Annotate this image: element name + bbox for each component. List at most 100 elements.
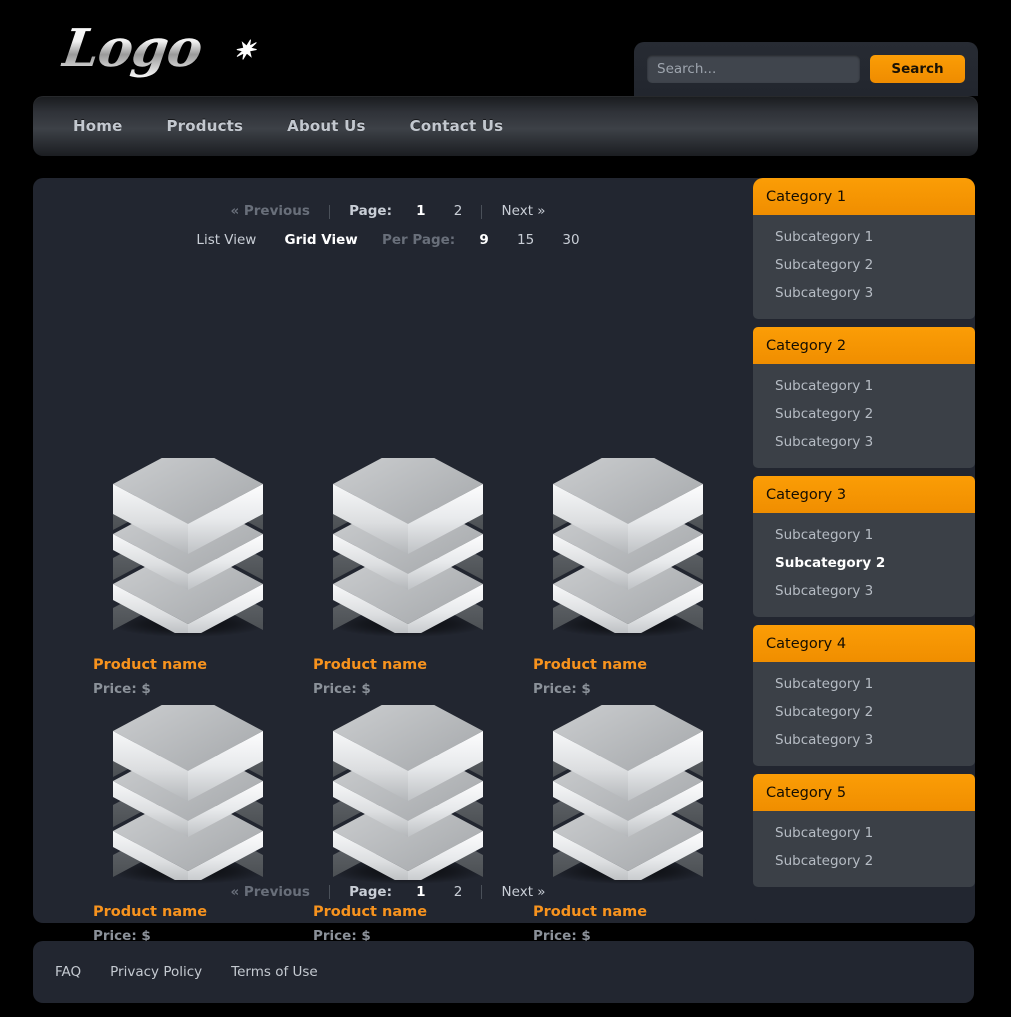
- product-name[interactable]: Product name: [313, 904, 533, 920]
- product-image[interactable]: [313, 458, 503, 643]
- toolbar-bottom: « Previous Page: 1 2 Next »: [33, 881, 743, 900]
- stacked-boxes-icon: [113, 458, 263, 633]
- nav-item-products[interactable]: Products: [166, 117, 243, 135]
- product-card[interactable]: Product name Price: $: [93, 458, 313, 697]
- category-header-2[interactable]: Category 2: [753, 327, 975, 364]
- page-label-top: Page:: [349, 202, 392, 219]
- page-number-2-top[interactable]: 2: [454, 204, 463, 219]
- product-image[interactable]: [93, 705, 283, 890]
- site-logo[interactable]: Logo ✷: [58, 18, 256, 79]
- stacked-boxes-icon: [113, 705, 263, 880]
- product-image[interactable]: [313, 705, 503, 890]
- category-body-1: Subcategory 1 Subcategory 2 Subcategory …: [753, 215, 975, 319]
- site-footer: FAQ Privacy Policy Terms of Use: [33, 941, 974, 1003]
- subcategory-item[interactable]: Subcategory 2: [753, 251, 975, 279]
- category-body-4: Subcategory 1 Subcategory 2 Subcategory …: [753, 662, 975, 766]
- subcategory-item[interactable]: Subcategory 2: [753, 698, 975, 726]
- category-body-3: Subcategory 1 Subcategory 2 Subcategory …: [753, 513, 975, 617]
- product-image[interactable]: [533, 705, 723, 890]
- nav-item-contact-us[interactable]: Contact Us: [410, 117, 504, 135]
- per-page-15[interactable]: 15: [517, 233, 534, 248]
- previous-button-bottom[interactable]: « Previous: [230, 884, 309, 900]
- subcategory-item-active[interactable]: Subcategory 2: [753, 549, 975, 577]
- product-row: Product name Price: $ Product name Price…: [93, 458, 753, 697]
- page-number-1-bottom[interactable]: 1: [416, 884, 425, 900]
- product-card[interactable]: Product name Price: $: [533, 458, 753, 697]
- footer-link-terms-of-use[interactable]: Terms of Use: [231, 964, 318, 980]
- subcategory-item[interactable]: Subcategory 1: [753, 521, 975, 549]
- product-name[interactable]: Product name: [93, 904, 313, 920]
- subcategory-item[interactable]: Subcategory 2: [753, 400, 975, 428]
- category-header-3[interactable]: Category 3: [753, 476, 975, 513]
- category-block-3: Category 3 Subcategory 1 Subcategory 2 S…: [753, 476, 975, 617]
- search-button[interactable]: Search: [870, 55, 965, 83]
- category-block-4: Category 4 Subcategory 1 Subcategory 2 S…: [753, 625, 975, 766]
- product-name[interactable]: Product name: [533, 904, 753, 920]
- per-page-label: Per Page:: [381, 231, 456, 248]
- next-button-bottom[interactable]: Next »: [502, 884, 546, 900]
- pagination-top: « Previous Page: 1 2 Next »: [33, 203, 743, 219]
- product-price: Price: $: [93, 681, 151, 697]
- site-header: Logo ✷ Search: [0, 0, 1011, 96]
- stacked-boxes-icon: [553, 705, 703, 880]
- per-page-9[interactable]: 9: [479, 233, 488, 248]
- product-name[interactable]: Product name: [313, 657, 533, 673]
- category-body-5: Subcategory 1 Subcategory 2: [753, 811, 975, 887]
- pagination-bottom: « Previous Page: 1 2 Next »: [33, 881, 743, 900]
- grid-view-button[interactable]: Grid View: [285, 233, 358, 248]
- product-card[interactable]: Product name Price: $: [313, 705, 533, 944]
- view-options: List View Grid View Per Page: 9 15 30: [33, 232, 743, 248]
- page-label-bottom: Page:: [349, 883, 392, 900]
- subcategory-item[interactable]: Subcategory 1: [753, 223, 975, 251]
- category-block-2: Category 2 Subcategory 1 Subcategory 2 S…: [753, 327, 975, 468]
- subcategory-item[interactable]: Subcategory 1: [753, 372, 975, 400]
- product-card[interactable]: Product name Price: $: [93, 705, 313, 944]
- product-name[interactable]: Product name: [533, 657, 753, 673]
- logo-text: Logo: [58, 18, 206, 79]
- product-card[interactable]: Product name Price: $: [533, 705, 753, 944]
- subcategory-item[interactable]: Subcategory 3: [753, 577, 975, 605]
- subcategory-item[interactable]: Subcategory 3: [753, 428, 975, 456]
- product-row: Product name Price: $ Product name Price…: [93, 705, 753, 944]
- category-header-4[interactable]: Category 4: [753, 625, 975, 662]
- product-grid: Product name Price: $ Product name Price…: [93, 458, 753, 944]
- subcategory-item[interactable]: Subcategory 3: [753, 279, 975, 307]
- category-block-5: Category 5 Subcategory 1 Subcategory 2: [753, 774, 975, 887]
- product-image[interactable]: [533, 458, 723, 643]
- nav-item-about-us[interactable]: About Us: [287, 117, 365, 135]
- next-button-top[interactable]: Next »: [502, 204, 546, 219]
- page-root: Logo ✷ Search Home Products About Us Con…: [0, 0, 1011, 1017]
- main-navigation: Home Products About Us Contact Us: [33, 96, 978, 156]
- stacked-boxes-icon: [553, 458, 703, 633]
- previous-button-top[interactable]: « Previous: [230, 204, 309, 219]
- page-number-2-bottom[interactable]: 2: [454, 884, 463, 900]
- per-page-30[interactable]: 30: [562, 233, 579, 248]
- subcategory-item[interactable]: Subcategory 3: [753, 726, 975, 754]
- starburst-icon: ✷: [231, 36, 257, 66]
- page-number-1-top[interactable]: 1: [416, 204, 425, 219]
- product-price: Price: $: [313, 681, 371, 697]
- footer-link-privacy-policy[interactable]: Privacy Policy: [110, 964, 202, 980]
- product-name[interactable]: Product name: [93, 657, 313, 673]
- subcategory-item[interactable]: Subcategory 2: [753, 847, 975, 875]
- category-body-2: Subcategory 1 Subcategory 2 Subcategory …: [753, 364, 975, 468]
- separator: [329, 884, 331, 899]
- nav-item-home[interactable]: Home: [73, 117, 122, 135]
- footer-link-faq[interactable]: FAQ: [55, 964, 81, 980]
- category-header-5[interactable]: Category 5: [753, 774, 975, 811]
- stacked-boxes-icon: [333, 458, 483, 633]
- product-card[interactable]: Product name Price: $: [313, 458, 533, 697]
- subcategory-item[interactable]: Subcategory 1: [753, 819, 975, 847]
- list-view-button[interactable]: List View: [196, 233, 256, 248]
- search-panel: Search: [634, 42, 978, 96]
- separator: [481, 204, 483, 219]
- product-image[interactable]: [93, 458, 283, 643]
- subcategory-item[interactable]: Subcategory 1: [753, 670, 975, 698]
- category-sidebar: Category 1 Subcategory 1 Subcategory 2 S…: [753, 178, 975, 923]
- separator: [329, 204, 331, 219]
- product-price: Price: $: [533, 681, 591, 697]
- category-header-1[interactable]: Category 1: [753, 178, 975, 215]
- search-input[interactable]: [647, 55, 860, 83]
- category-block-1: Category 1 Subcategory 1 Subcategory 2 S…: [753, 178, 975, 319]
- stacked-boxes-icon: [333, 705, 483, 880]
